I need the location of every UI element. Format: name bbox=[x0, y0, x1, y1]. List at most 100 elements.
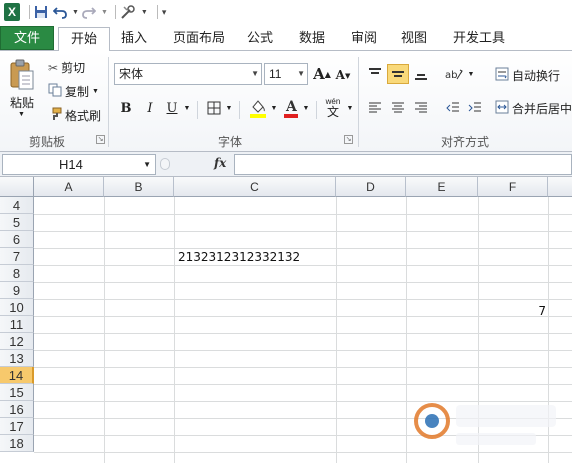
tab-page-layout[interactable]: 页面布局 bbox=[166, 27, 232, 51]
row-header[interactable]: 17 bbox=[0, 418, 34, 435]
row-header[interactable]: 6 bbox=[0, 231, 34, 248]
align-bottom-icon[interactable] bbox=[411, 64, 431, 84]
paste-button[interactable]: 粘贴 bbox=[10, 94, 34, 111]
paste-icon[interactable] bbox=[6, 57, 38, 95]
shrink-font-button[interactable]: A ▼ bbox=[335, 66, 351, 84]
gridline bbox=[34, 333, 572, 334]
orientation-dropdown-icon[interactable]: ▼ bbox=[466, 67, 476, 81]
tools-icon[interactable] bbox=[120, 3, 136, 21]
grow-font-button[interactable]: A ▲ bbox=[313, 64, 331, 84]
phonetic-dropdown-icon[interactable]: ▼ bbox=[345, 101, 355, 115]
tab-review[interactable]: 审阅 bbox=[344, 27, 384, 51]
gridline bbox=[406, 197, 407, 463]
row-header[interactable]: 16 bbox=[0, 401, 34, 418]
undo-dropdown-icon[interactable]: ▼ bbox=[72, 3, 79, 21]
font-color-icon[interactable]: A bbox=[282, 97, 300, 119]
customize-qat-icon[interactable]: ▾ bbox=[162, 3, 167, 21]
gridline bbox=[34, 248, 572, 249]
tab-developer[interactable]: 开发工具 bbox=[446, 27, 512, 51]
font-separator bbox=[239, 101, 240, 119]
cell-f10[interactable]: 7 bbox=[478, 303, 546, 320]
underline-dropdown-icon[interactable]: ▼ bbox=[182, 101, 192, 115]
cut-button[interactable]: ✂ 剪切 bbox=[48, 59, 85, 76]
tab-home[interactable]: 开始 bbox=[58, 27, 110, 52]
name-box-dropdown-icon: ▼ bbox=[143, 160, 151, 169]
row-header[interactable]: 18 bbox=[0, 435, 34, 452]
clipboard-launcher-icon[interactable]: ↘ bbox=[96, 135, 105, 144]
formula-input[interactable] bbox=[234, 154, 572, 175]
align-left-icon[interactable] bbox=[365, 99, 385, 117]
italic-button[interactable]: I bbox=[142, 99, 158, 117]
font-name-select[interactable]: 宋体 ▼ bbox=[114, 63, 262, 85]
svg-text:ab: ab bbox=[445, 70, 457, 81]
column-header-e[interactable]: E bbox=[406, 177, 478, 197]
row-header-selected[interactable]: 14 bbox=[0, 367, 34, 384]
row-header[interactable]: 5 bbox=[0, 214, 34, 231]
column-header-b[interactable]: B bbox=[104, 177, 174, 197]
row-header[interactable]: 10 bbox=[0, 299, 34, 316]
underline-button[interactable]: U bbox=[164, 99, 180, 117]
select-all-corner[interactable] bbox=[0, 177, 34, 197]
save-icon[interactable] bbox=[34, 3, 48, 21]
tab-data[interactable]: 数据 bbox=[292, 27, 332, 51]
borders-dropdown-icon[interactable]: ▼ bbox=[224, 101, 234, 115]
qat-separator bbox=[156, 5, 158, 19]
row-header[interactable]: 9 bbox=[0, 282, 34, 299]
tab-view[interactable]: 视图 bbox=[394, 27, 434, 51]
alignment-group-label: 对齐方式 bbox=[440, 135, 489, 149]
row-header[interactable]: 13 bbox=[0, 350, 34, 367]
row-header[interactable]: 4 bbox=[0, 197, 34, 214]
tools-dropdown-icon[interactable]: ▼ bbox=[141, 3, 148, 21]
borders-icon[interactable] bbox=[205, 99, 223, 117]
row-header[interactable]: 15 bbox=[0, 384, 34, 401]
font-size-select[interactable]: 11 ▼ bbox=[264, 63, 308, 85]
copy-dropdown-icon[interactable]: ▼ bbox=[92, 88, 99, 95]
column-header-d[interactable]: D bbox=[336, 177, 406, 197]
formula-bar-splitter[interactable] bbox=[160, 158, 170, 170]
row-header[interactable]: 7 bbox=[0, 248, 34, 265]
align-top-icon[interactable] bbox=[365, 64, 385, 84]
merge-center-button[interactable]: 合并后居中 bbox=[495, 100, 572, 117]
tab-formulas[interactable]: 公式 bbox=[240, 27, 280, 51]
grow-font-label: A bbox=[313, 65, 325, 83]
font-launcher-icon[interactable]: ↘ bbox=[344, 135, 353, 144]
tab-insert[interactable]: 插入 bbox=[114, 27, 154, 51]
row-header[interactable]: 8 bbox=[0, 265, 34, 282]
merge-center-label: 合并后居中 bbox=[512, 102, 572, 116]
column-header-f[interactable]: F bbox=[478, 177, 548, 197]
increase-indent-icon[interactable] bbox=[465, 99, 485, 117]
redo-dropdown-icon[interactable]: ▼ bbox=[101, 3, 108, 21]
font-color-dropdown-icon[interactable]: ▼ bbox=[301, 101, 311, 115]
align-center-icon[interactable] bbox=[388, 99, 408, 117]
font-name-value: 宋体 bbox=[119, 67, 144, 81]
cell-c7[interactable]: 2132312312332132 bbox=[178, 249, 300, 266]
fill-color-icon[interactable] bbox=[248, 97, 268, 119]
orientation-icon[interactable]: ab bbox=[443, 64, 465, 84]
name-box[interactable]: H14 ▼ bbox=[2, 154, 156, 175]
phonetic-char-icon: 文 bbox=[326, 105, 339, 119]
decrease-indent-icon[interactable] bbox=[443, 99, 463, 117]
row-header[interactable]: 11 bbox=[0, 316, 34, 333]
clipboard-group-label: 剪贴板 bbox=[28, 135, 65, 149]
bold-button[interactable]: B bbox=[118, 99, 134, 117]
font-name-dropdown-icon: ▼ bbox=[251, 69, 259, 78]
tab-file[interactable]: 文件 bbox=[0, 26, 54, 50]
align-middle-icon[interactable] bbox=[387, 64, 409, 84]
undo-icon[interactable] bbox=[53, 3, 67, 21]
paste-dropdown-icon[interactable]: ▼ bbox=[18, 111, 25, 118]
phonetic-guide-button[interactable]: wén 文 bbox=[322, 96, 344, 120]
column-header-c[interactable]: C bbox=[174, 177, 336, 197]
font-separator bbox=[316, 101, 317, 119]
column-header-g-partial[interactable] bbox=[548, 177, 572, 197]
row-header[interactable]: 12 bbox=[0, 333, 34, 350]
wrap-text-button[interactable]: 自动换行 bbox=[495, 67, 560, 84]
copy-button[interactable]: 复制 ▼ bbox=[48, 83, 99, 100]
align-right-icon[interactable] bbox=[411, 99, 431, 117]
format-painter-button[interactable]: 格式刷 bbox=[48, 107, 101, 124]
gridline bbox=[34, 350, 572, 351]
formula-bar: H14 ▼ fx bbox=[0, 152, 572, 177]
fill-color-dropdown-icon[interactable]: ▼ bbox=[269, 101, 279, 115]
redo-icon[interactable] bbox=[82, 3, 96, 21]
insert-function-icon[interactable]: fx bbox=[214, 156, 226, 170]
column-header-a[interactable]: A bbox=[34, 177, 104, 197]
